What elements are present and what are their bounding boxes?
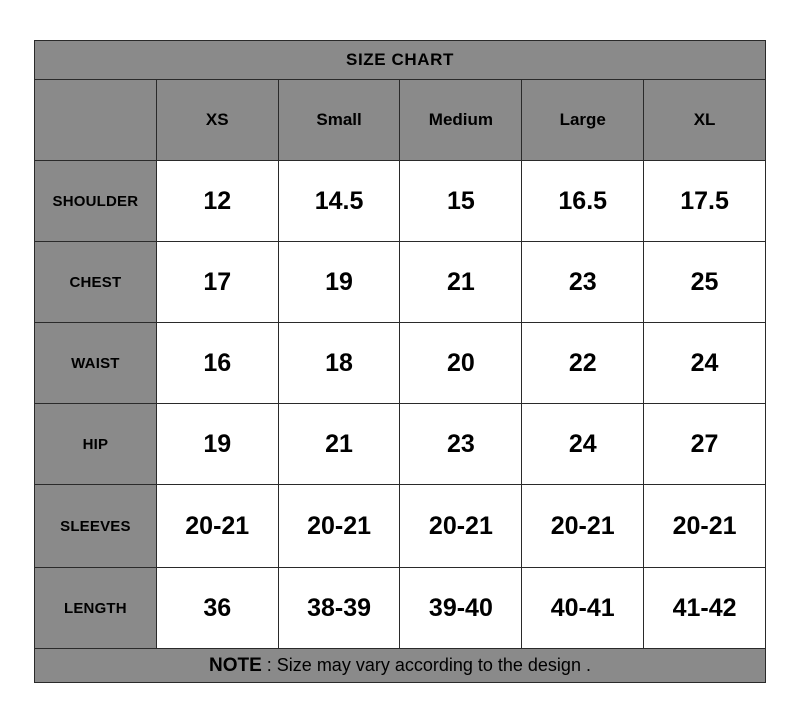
corner-cell <box>34 79 157 161</box>
row-header-shoulder: SHOULDER <box>34 160 157 242</box>
cell-chest-xl: 25 <box>643 241 766 323</box>
column-header-small: Small <box>277 79 401 161</box>
cell-waist-xl: 24 <box>643 322 766 404</box>
cell-waist-large: 22 <box>521 322 645 404</box>
note-label: NOTE <box>209 654 262 676</box>
cell-waist-medium: 20 <box>399 322 523 404</box>
cell-hip-xl: 27 <box>643 403 766 485</box>
cell-length-medium: 39-40 <box>399 567 523 649</box>
cell-sleeves-medium: 20-21 <box>399 484 523 568</box>
table-row: CHEST 17 19 21 23 25 <box>34 241 766 323</box>
cell-length-small: 38-39 <box>277 567 401 649</box>
row-header-hip: HIP <box>34 403 157 485</box>
row-header-chest: CHEST <box>34 241 157 323</box>
cell-length-xl: 41-42 <box>643 567 766 649</box>
note-row: NOTE : Size may vary according to the de… <box>34 648 766 683</box>
note-cell: NOTE : Size may vary according to the de… <box>34 648 766 683</box>
cell-hip-small: 21 <box>277 403 401 485</box>
cell-hip-xs: 19 <box>155 403 279 485</box>
cell-chest-xs: 17 <box>155 241 279 323</box>
note-text: : Size may vary according to the design … <box>261 654 591 675</box>
cell-sleeves-small: 20-21 <box>277 484 401 568</box>
cell-waist-small: 18 <box>277 322 401 404</box>
column-header-xl: XL <box>643 79 766 161</box>
cell-hip-medium: 23 <box>399 403 523 485</box>
cell-chest-small: 19 <box>277 241 401 323</box>
table-row: HIP 19 21 23 24 27 <box>34 403 766 485</box>
cell-shoulder-medium: 15 <box>399 160 523 242</box>
title-row: SIZE CHART <box>34 40 766 80</box>
cell-shoulder-xl: 17.5 <box>643 160 766 242</box>
table-row: WAIST 16 18 20 22 24 <box>34 322 766 404</box>
cell-shoulder-xs: 12 <box>155 160 279 242</box>
column-header-xs: XS <box>155 79 279 161</box>
cell-shoulder-large: 16.5 <box>521 160 645 242</box>
row-header-waist: WAIST <box>34 322 157 404</box>
cell-shoulder-small: 14.5 <box>277 160 401 242</box>
size-chart-table: SIZE CHART XS Small Medium Large XL SHOU… <box>34 40 766 683</box>
table-row: SLEEVES 20-21 20-21 20-21 20-21 20-21 <box>34 484 766 568</box>
row-header-sleeves: SLEEVES <box>34 484 157 568</box>
cell-length-xs: 36 <box>155 567 279 649</box>
row-header-length: LENGTH <box>34 567 157 649</box>
column-header-medium: Medium <box>399 79 523 161</box>
column-header-large: Large <box>521 79 645 161</box>
cell-sleeves-large: 20-21 <box>521 484 645 568</box>
table-row: SHOULDER 12 14.5 15 16.5 17.5 <box>34 160 766 242</box>
column-header-row: XS Small Medium Large XL <box>34 79 766 161</box>
chart-title: SIZE CHART <box>34 40 766 80</box>
cell-length-large: 40-41 <box>521 567 645 649</box>
cell-waist-xs: 16 <box>155 322 279 404</box>
size-chart-container: SIZE CHART XS Small Medium Large XL SHOU… <box>34 40 766 683</box>
cell-sleeves-xs: 20-21 <box>155 484 279 568</box>
cell-chest-large: 23 <box>521 241 645 323</box>
cell-hip-large: 24 <box>521 403 645 485</box>
cell-chest-medium: 21 <box>399 241 523 323</box>
cell-sleeves-xl: 20-21 <box>643 484 766 568</box>
table-row: LENGTH 36 38-39 39-40 40-41 41-42 <box>34 567 766 649</box>
